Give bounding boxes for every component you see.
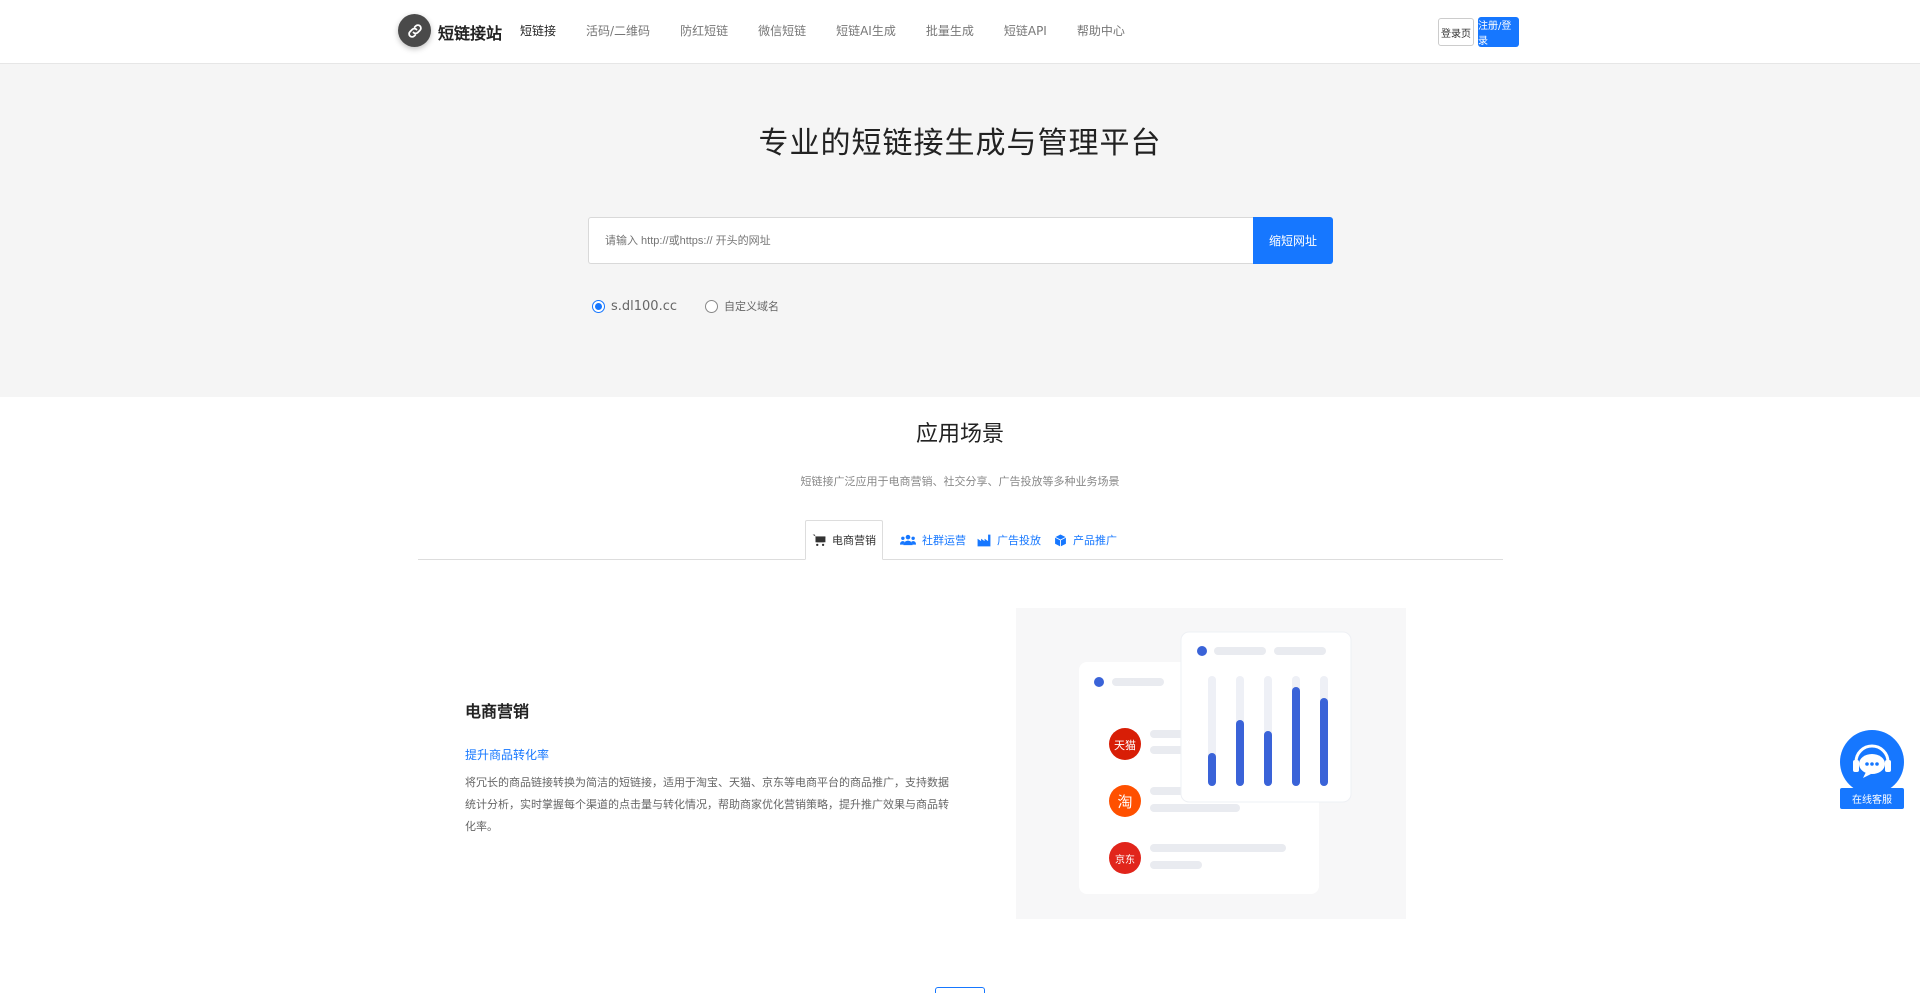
main-nav: 短链接 活码/二维码 防红短链 微信短链 短链AI生成 批量生成 短链API 帮…: [520, 22, 1155, 39]
cube-icon: [1054, 534, 1067, 546]
tmall-logo-text: 天猫: [1114, 739, 1136, 752]
cart-icon: [812, 534, 826, 546]
tab-community[interactable]: 社群运营: [900, 520, 966, 560]
nav-item-ai[interactable]: 短链AI生成: [836, 22, 896, 39]
domain-selector: s.dl100.cc 自定义域名: [592, 298, 807, 314]
tab-product[interactable]: 产品推广: [1054, 520, 1117, 560]
bar: [1292, 687, 1300, 786]
chat-headset-icon: [1853, 744, 1891, 778]
nav-item-wechat[interactable]: 微信短链: [758, 22, 806, 39]
tab-ads[interactable]: 广告投放: [977, 520, 1041, 560]
tab-label: 广告投放: [997, 534, 1041, 547]
bar: [1264, 731, 1272, 786]
jd-logo-text: 京东: [1115, 853, 1135, 866]
factory-icon: [977, 534, 991, 546]
top-header: 短链接站 短链接 活码/二维码 防红短链 微信短链 短链AI生成 批量生成 短链…: [0, 0, 1920, 64]
nav-item-help[interactable]: 帮助中心: [1077, 22, 1125, 39]
scene-card-subtitle: 提升商品转化率: [465, 748, 550, 762]
bar: [1320, 698, 1328, 786]
scene-tabs: 电商营销 社群运营 广告投放 产品推广: [418, 520, 1503, 560]
shorten-button[interactable]: 缩短网址: [1253, 217, 1333, 264]
bar: [1208, 753, 1216, 786]
nav-item-api[interactable]: 短链API: [1004, 22, 1047, 39]
ecommerce-illustration: 天猫 淘 京东: [1016, 608, 1406, 919]
scene-card-description: 将冗长的商品链接转换为简洁的短链接，适用于淘宝、天猫、京东等电商平台的商品推广，…: [465, 776, 949, 833]
logo-text[interactable]: 短链接站: [438, 20, 502, 44]
tab-label: 产品推广: [1073, 534, 1117, 547]
domain-label-default: s.dl100.cc: [611, 298, 678, 314]
domain-radio-default[interactable]: [592, 299, 605, 313]
url-input[interactable]: [588, 217, 1254, 264]
tab-ecommerce[interactable]: 电商营销: [805, 520, 883, 560]
nav-item-shortlink[interactable]: 短链接: [520, 22, 556, 39]
users-icon: [900, 534, 916, 546]
more-button[interactable]: [935, 987, 985, 993]
taobao-logo-text: 淘: [1117, 793, 1132, 811]
support-button[interactable]: [1840, 730, 1904, 794]
section-title: 应用场景: [915, 422, 1004, 447]
support-label[interactable]: 在线客服: [1840, 788, 1904, 809]
domain-radio-custom[interactable]: [705, 299, 719, 313]
hero-title: 专业的短链接生成与管理平台: [758, 126, 1162, 161]
domain-label-custom: 自定义域名: [724, 300, 780, 313]
section-subtitle: 短链接广泛应用于电商营销、社交分享、广告投放等多种业务场景: [800, 475, 1120, 488]
nav-item-batch[interactable]: 批量生成: [926, 22, 974, 39]
link-icon[interactable]: [398, 14, 431, 47]
tab-label: 电商营销: [832, 534, 876, 547]
nav-item-anti-block[interactable]: 防红短链: [680, 22, 728, 39]
register-button[interactable]: 注册/登录: [1478, 17, 1519, 47]
bar: [1236, 720, 1244, 786]
illustration-svg: 天猫 淘 京东: [1079, 631, 1352, 894]
scene-card-title: 电商营销: [465, 702, 530, 721]
tab-label: 社群运营: [922, 534, 966, 547]
nav-item-qrcode[interactable]: 活码/二维码: [586, 22, 650, 39]
login-button[interactable]: 登录页: [1438, 18, 1474, 46]
hero-section: 专业的短链接生成与管理平台 缩短网址 s.dl100.cc 自定义域名: [0, 64, 1920, 397]
